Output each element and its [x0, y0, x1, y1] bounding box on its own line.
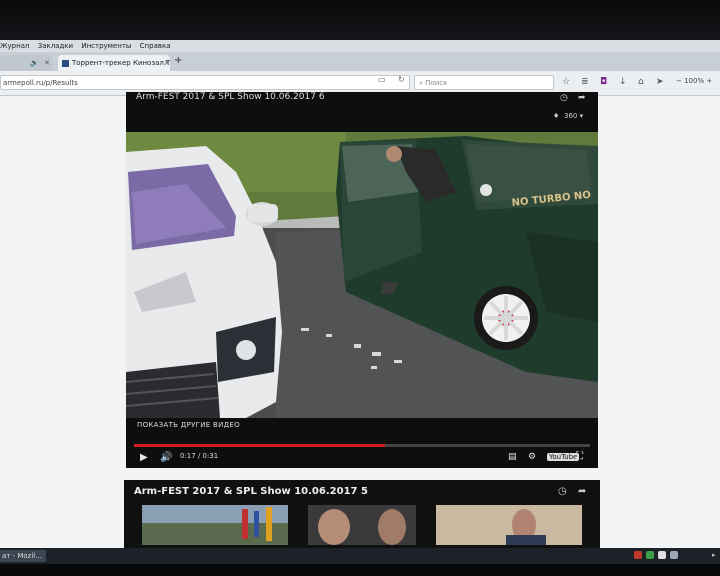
settings-gear-icon[interactable]: ⚙: [528, 452, 536, 462]
site-favicon-icon: [62, 59, 69, 67]
home-icon[interactable]: ⌂: [638, 77, 644, 87]
subtitles-icon[interactable]: ▤: [508, 452, 517, 462]
mic-icon: ♦: [553, 112, 560, 120]
video-still-image: NO TURBO NO: [126, 132, 598, 418]
thumbnail-image: [436, 505, 582, 545]
video-frame[interactable]: NO TURBO NO: [126, 132, 598, 418]
speaker-icon: 🔊: [30, 59, 39, 67]
url-text: armepoll.ru/p/Results: [3, 79, 78, 87]
show-more-videos[interactable]: ПОКАЗАТЬ ДРУГИЕ ВИДЕО: [137, 421, 240, 429]
quality-value: 360: [564, 112, 578, 120]
quality-label[interactable]: 360 ▾: [564, 112, 583, 120]
tab-active-label: Торрент-трекер Кинозал.ТВ: [72, 59, 170, 67]
download-icon[interactable]: ↓: [619, 77, 627, 87]
progress-bar[interactable]: [134, 444, 590, 447]
menu-item-tools[interactable]: Инструменты: [81, 40, 131, 52]
thumbnail-faces[interactable]: [308, 505, 416, 545]
os-taskbar: ат - Mozil... ▸: [0, 548, 720, 564]
progress-fill: [134, 444, 385, 447]
share-arrow-icon[interactable]: ➦: [578, 93, 586, 103]
video-title[interactable]: Arm-FEST 2017 & SPL Show 10.06.2017 6: [136, 92, 325, 102]
reader-view-icon[interactable]: ▭: [378, 75, 386, 84]
fullscreen-icon[interactable]: ⛶: [576, 451, 583, 462]
search-placeholder: Поиск: [425, 79, 448, 87]
youtube-logo-button[interactable]: YouTube: [547, 453, 580, 461]
thumbnail-crowd[interactable]: [142, 505, 288, 545]
play-icon[interactable]: ▶: [140, 452, 148, 463]
share-icon[interactable]: ➤: [656, 77, 664, 87]
bookmarks-list-icon[interactable]: ≣: [581, 77, 589, 87]
taskbar-task-label: ат - Mozil...: [2, 552, 42, 560]
close-icon[interactable]: ✕: [164, 55, 170, 71]
menu-item-help[interactable]: Справка: [140, 40, 171, 52]
tray-clock: ▸: [712, 551, 716, 559]
thumbnail-man[interactable]: [436, 505, 582, 545]
taskbar-firefox-button[interactable]: ат - Mozil...: [0, 550, 46, 562]
volume-icon[interactable]: 🔊: [160, 452, 172, 463]
zoom-level[interactable]: − 100% +: [676, 77, 712, 85]
menu-item-bookmarks[interactable]: Закладки: [38, 40, 73, 52]
clock-icon[interactable]: ◷: [560, 93, 568, 103]
bookmark-star-icon[interactable]: ☆: [562, 77, 570, 87]
url-bar[interactable]: armepoll.ru/p/Results: [0, 75, 410, 90]
pocket-icon[interactable]: ◘: [600, 77, 607, 87]
time-display: 0:17 / 0:31: [180, 452, 219, 460]
tray-network-icon[interactable]: [646, 551, 654, 559]
menu-item-history[interactable]: Журнал: [0, 40, 29, 52]
monitor-bezel-bottom: [0, 564, 720, 576]
next-video-title[interactable]: Arm-FEST 2017 & SPL Show 10.06.2017 5: [134, 486, 368, 497]
clock-icon[interactable]: ◷: [558, 486, 567, 497]
close-icon[interactable]: ✕: [44, 55, 50, 71]
tab-strip: 🔊 ✕ Торрент-трекер Кинозал.ТВ ✕: [0, 52, 720, 71]
thumbnail-image: [142, 505, 288, 545]
share-arrow-icon[interactable]: ➦: [578, 486, 586, 497]
new-tab-plus-icon[interactable]: +: [174, 55, 182, 66]
zoom-value: 100%: [684, 77, 705, 85]
tray-opera-icon[interactable]: [634, 551, 642, 559]
tab-inactive[interactable]: 🔊 ✕: [0, 55, 52, 71]
browser-menubar: Журнал Закладки Инструменты Справка: [0, 40, 720, 52]
monitor-bezel-top: [0, 0, 720, 40]
tray-volume-icon[interactable]: [658, 551, 666, 559]
search-box[interactable]: ⌕ Поиск: [414, 75, 554, 90]
thumbnail-image: [308, 505, 416, 545]
tray-flag-icon[interactable]: [670, 551, 678, 559]
reload-icon[interactable]: ↻: [398, 75, 405, 84]
tab-active[interactable]: Торрент-трекер Кинозал.ТВ ✕: [58, 55, 170, 71]
